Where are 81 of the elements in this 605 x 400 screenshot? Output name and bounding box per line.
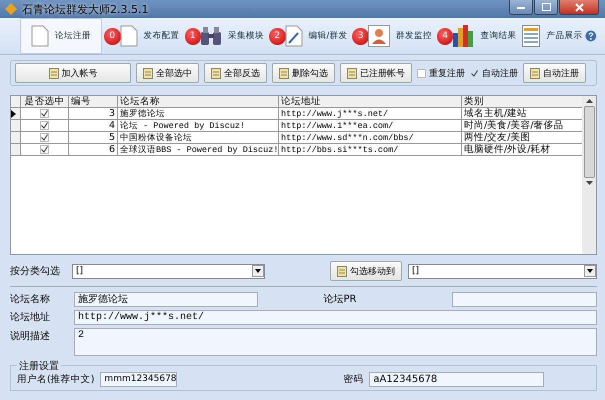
form-icon [522, 25, 540, 47]
toolbar-button[interactable]: 已注册帐号 [340, 63, 412, 83]
checkbox[interactable] [470, 68, 479, 78]
close-icon [574, 2, 584, 12]
table-cell: http://www.sd***n.com/bbs/ [279, 132, 462, 144]
minimize-button[interactable] [509, 0, 533, 15]
forum-name-field[interactable]: 施罗德论坛 [74, 292, 258, 307]
group-title: 注册设置 [17, 359, 61, 373]
column-header[interactable]: 编号 [69, 96, 118, 108]
table-cell: 6 [69, 144, 118, 156]
window-title: 石青论坛群发大师2.3.5.1 [22, 2, 148, 16]
column-header[interactable]: 是否选中 [21, 96, 69, 108]
table-cell: http://bbs.si***ts.com/ [279, 144, 462, 156]
toolbar-tab[interactable]: 产品展示 [519, 19, 586, 53]
checkbox[interactable] [417, 68, 426, 78]
move-button[interactable]: 勾选移动到 [330, 261, 402, 281]
user-icon [368, 25, 390, 47]
filter-label: 按分类勾选 [10, 264, 61, 278]
note-icon [279, 68, 289, 78]
row-checkbox[interactable] [40, 121, 49, 130]
table-cell: 3 [69, 108, 118, 120]
scroll-up-icon[interactable] [586, 99, 592, 103]
help-icon[interactable] [585, 30, 598, 42]
field-label: 说明描述 [10, 330, 51, 343]
app-icon [5, 3, 17, 15]
scroll-down-icon[interactable] [586, 181, 592, 185]
table-cell: http://www.1***ea.com/ [279, 120, 462, 132]
note-icon [347, 68, 357, 78]
note-icon [530, 68, 540, 78]
toolbar-button[interactable]: 自动注册 [523, 63, 586, 83]
document-icon [31, 25, 49, 47]
note-icon [337, 266, 347, 276]
field-label: 密码 [343, 373, 364, 386]
table-cell: 4 [69, 120, 118, 132]
document-pen-icon [284, 25, 302, 47]
document-icon [120, 25, 138, 47]
description-field[interactable]: 2 [74, 328, 597, 356]
table-cell: 施罗德论坛 [118, 108, 279, 120]
checkbox-label: 自动注册 [482, 68, 518, 80]
step-badge: 4 [436, 28, 454, 44]
close-button[interactable] [559, 0, 599, 15]
password-field[interactable]: aA12345678 [369, 372, 544, 387]
field-label: 论坛PR [324, 293, 358, 306]
note-icon [211, 68, 221, 78]
step-badge: 1 [184, 28, 201, 44]
note-icon [143, 68, 153, 78]
field-label: 论坛地址 [10, 310, 51, 324]
maximize-icon [542, 3, 550, 11]
table-cell: 论坛 - Powered by Discuz! [118, 120, 279, 132]
forum-url-field[interactable]: http://www.j***s.net/ [74, 310, 597, 325]
table-cell: http://www.j***s.net/ [279, 108, 462, 120]
note-icon [48, 68, 58, 78]
category-dropdown[interactable]: [] [72, 264, 265, 278]
toolbar-button[interactable]: 全部反选 [204, 63, 267, 83]
minimize-icon [517, 6, 525, 8]
table-cell: 中国粉体设备论坛 [118, 132, 279, 144]
step-badge: 2 [269, 28, 286, 44]
step-badge: 3 [352, 28, 369, 44]
row-checkbox[interactable] [40, 133, 49, 142]
row-checkbox[interactable] [40, 145, 49, 154]
maximize-button[interactable] [534, 0, 558, 15]
target-dropdown[interactable]: [] [408, 264, 597, 278]
toolbar-button[interactable]: 全部选中 [136, 63, 199, 83]
binoculars-icon [200, 26, 222, 46]
row-checkbox[interactable] [40, 109, 49, 118]
scrollbar[interactable] [582, 96, 596, 254]
step-badge: 0 [104, 28, 120, 44]
toolbar-tab[interactable]: 论坛注册 [20, 18, 102, 54]
table-cell: 5 [69, 132, 118, 144]
table-cell: 全球汉语BBS - Powered by Discuz! [118, 144, 279, 156]
field-label: 论坛名称 [10, 293, 51, 306]
row-header[interactable] [11, 108, 21, 120]
toolbar-button[interactable]: 加入帐号 [15, 63, 131, 83]
bar-chart-icon [452, 25, 474, 47]
pr-field[interactable] [452, 292, 597, 307]
field-label: 用户名(推荐中文) [17, 373, 94, 386]
column-header[interactable]: 论坛名称 [118, 96, 279, 108]
toolbar-button[interactable]: 删除勾选 [272, 63, 335, 83]
column-header[interactable]: 论坛地址 [279, 96, 462, 108]
username-field[interactable]: mmm12345678 [100, 372, 178, 387]
checkbox-label: 重复注册 [429, 68, 465, 80]
